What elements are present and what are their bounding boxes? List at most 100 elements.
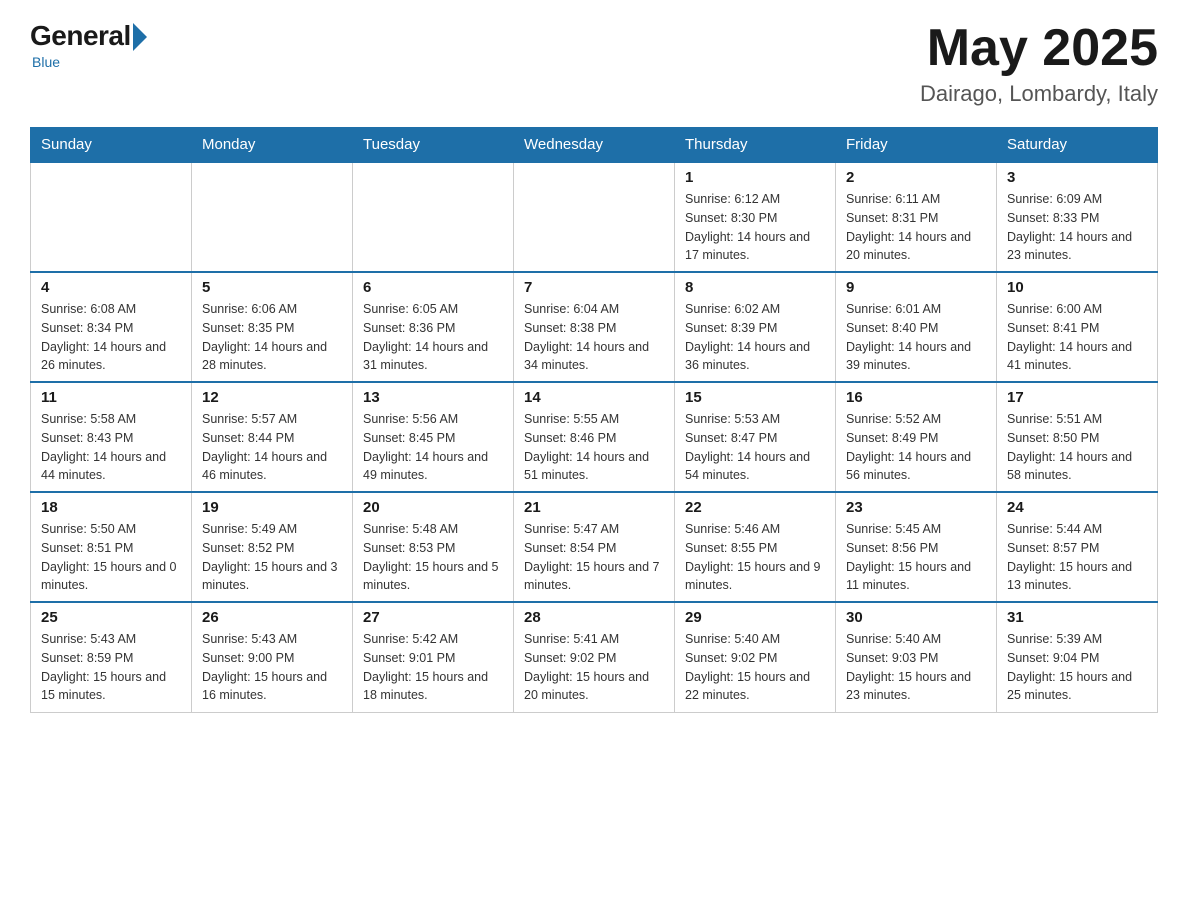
calendar-cell: 6 Sunrise: 6:05 AMSunset: 8:36 PMDaylight…	[353, 272, 514, 382]
logo-triangle-icon	[133, 23, 147, 51]
day-number: 6	[363, 279, 503, 296]
calendar-cell: 22Sunrise: 5:46 AMSunset: 8:55 PMDayligh…	[675, 492, 836, 602]
calendar-cell: 7 Sunrise: 6:04 AMSunset: 8:38 PMDaylight…	[514, 272, 675, 382]
calendar-cell: 1Sunrise: 6:12 AMSunset: 8:30 PMDaylight…	[675, 162, 836, 272]
day-info: Sunrise: 5:57 AMSunset: 8:44 PMDaylight:…	[202, 410, 342, 485]
calendar-cell: 9Sunrise: 6:01 AMSunset: 8:40 PMDaylight…	[836, 272, 997, 382]
calendar-cell: 27Sunrise: 5:42 AMSunset: 9:01 PMDayligh…	[353, 602, 514, 712]
calendar-cell: 14Sunrise: 5:55 AMSunset: 8:46 PMDayligh…	[514, 382, 675, 492]
calendar-cell: 10 Sunrise: 6:00 AMSunset: 8:41 PMDayligh…	[997, 272, 1158, 382]
day-info: Sunrise: 5:49 AMSunset: 8:52 PMDaylight:…	[202, 520, 342, 595]
calendar-cell: 4 Sunrise: 6:08 AMSunset: 8:34 PMDaylight…	[31, 272, 192, 382]
calendar-cell	[31, 162, 192, 272]
day-number: 8	[685, 279, 825, 296]
weekday-header-row: SundayMondayTuesdayWednesdayThursdayFrid…	[31, 128, 1158, 163]
calendar-cell	[353, 162, 514, 272]
day-number: 2	[846, 169, 986, 186]
calendar-cell: 28 Sunrise: 5:41 AMSunset: 9:02 PMDayligh…	[514, 602, 675, 712]
weekday-header-wednesday: Wednesday	[514, 128, 675, 163]
calendar-week-row: 1Sunrise: 6:12 AMSunset: 8:30 PMDaylight…	[31, 162, 1158, 272]
weekday-header-monday: Monday	[192, 128, 353, 163]
calendar-cell: 17 Sunrise: 5:51 AMSunset: 8:50 PMDayligh…	[997, 382, 1158, 492]
day-info: Sunrise: 5:44 AMSunset: 8:57 PMDaylight:…	[1007, 520, 1147, 595]
day-number: 30	[846, 609, 986, 626]
day-number: 29	[685, 609, 825, 626]
day-info: Sunrise: 5:48 AMSunset: 8:53 PMDaylight:…	[363, 520, 503, 595]
calendar-cell: 29 Sunrise: 5:40 AMSunset: 9:02 PMDayligh…	[675, 602, 836, 712]
day-number: 9	[846, 279, 986, 296]
day-info: Sunrise: 6:02 AMSunset: 8:39 PMDaylight:…	[685, 300, 825, 375]
day-number: 23	[846, 499, 986, 516]
day-info: Sunrise: 5:43 AMSunset: 8:59 PMDaylight:…	[41, 630, 181, 705]
weekday-header-saturday: Saturday	[997, 128, 1158, 163]
day-info: Sunrise: 6:06 AMSunset: 8:35 PMDaylight:…	[202, 300, 342, 375]
calendar-cell: 13 Sunrise: 5:56 AMSunset: 8:45 PMDayligh…	[353, 382, 514, 492]
day-info: Sunrise: 6:09 AMSunset: 8:33 PMDaylight:…	[1007, 190, 1147, 265]
calendar-cell: 19 Sunrise: 5:49 AMSunset: 8:52 PMDayligh…	[192, 492, 353, 602]
calendar-cell: 3 Sunrise: 6:09 AMSunset: 8:33 PMDaylight…	[997, 162, 1158, 272]
day-info: Sunrise: 5:56 AMSunset: 8:45 PMDaylight:…	[363, 410, 503, 485]
calendar-cell	[192, 162, 353, 272]
day-number: 26	[202, 609, 342, 626]
day-info: Sunrise: 5:43 AMSunset: 9:00 PMDaylight:…	[202, 630, 342, 705]
calendar-header: SundayMondayTuesdayWednesdayThursdayFrid…	[31, 128, 1158, 163]
calendar-cell: 8 Sunrise: 6:02 AMSunset: 8:39 PMDaylight…	[675, 272, 836, 382]
day-info: Sunrise: 5:51 AMSunset: 8:50 PMDaylight:…	[1007, 410, 1147, 485]
calendar-week-row: 18Sunrise: 5:50 AMSunset: 8:51 PMDayligh…	[31, 492, 1158, 602]
calendar-week-row: 11Sunrise: 5:58 AMSunset: 8:43 PMDayligh…	[31, 382, 1158, 492]
day-number: 31	[1007, 609, 1147, 626]
day-number: 1	[685, 169, 825, 186]
calendar-cell: 2 Sunrise: 6:11 AMSunset: 8:31 PMDaylight…	[836, 162, 997, 272]
day-number: 4	[41, 279, 181, 296]
day-number: 17	[1007, 389, 1147, 406]
day-number: 28	[524, 609, 664, 626]
calendar-cell: 25 Sunrise: 5:43 AMSunset: 8:59 PMDayligh…	[31, 602, 192, 712]
day-number: 21	[524, 499, 664, 516]
month-year-title: May 2025	[920, 20, 1158, 77]
day-info: Sunrise: 5:46 AMSunset: 8:55 PMDaylight:…	[685, 520, 825, 595]
day-number: 7	[524, 279, 664, 296]
day-number: 16	[846, 389, 986, 406]
day-number: 15	[685, 389, 825, 406]
day-info: Sunrise: 5:47 AMSunset: 8:54 PMDaylight:…	[524, 520, 664, 595]
day-number: 11	[41, 389, 181, 406]
day-info: Sunrise: 6:05 AMSunset: 8:36 PMDaylight:…	[363, 300, 503, 375]
day-number: 12	[202, 389, 342, 406]
day-info: Sunrise: 6:11 AMSunset: 8:31 PMDaylight:…	[846, 190, 986, 265]
day-info: Sunrise: 5:41 AMSunset: 9:02 PMDaylight:…	[524, 630, 664, 705]
day-info: Sunrise: 5:39 AMSunset: 9:04 PMDaylight:…	[1007, 630, 1147, 705]
day-info: Sunrise: 6:08 AMSunset: 8:34 PMDaylight:…	[41, 300, 181, 375]
weekday-header-tuesday: Tuesday	[353, 128, 514, 163]
location-subtitle: Dairago, Lombardy, Italy	[920, 81, 1158, 107]
day-info: Sunrise: 5:50 AMSunset: 8:51 PMDaylight:…	[41, 520, 181, 595]
calendar-cell: 11Sunrise: 5:58 AMSunset: 8:43 PMDayligh…	[31, 382, 192, 492]
day-info: Sunrise: 5:45 AMSunset: 8:56 PMDaylight:…	[846, 520, 986, 595]
day-info: Sunrise: 5:42 AMSunset: 9:01 PMDaylight:…	[363, 630, 503, 705]
day-number: 25	[41, 609, 181, 626]
weekday-header-friday: Friday	[836, 128, 997, 163]
day-number: 13	[363, 389, 503, 406]
weekday-header-sunday: Sunday	[31, 128, 192, 163]
logo-general-text: General	[30, 20, 131, 52]
calendar-table: SundayMondayTuesdayWednesdayThursdayFrid…	[30, 127, 1158, 713]
day-info: Sunrise: 6:04 AMSunset: 8:38 PMDaylight:…	[524, 300, 664, 375]
calendar-cell: 23 Sunrise: 5:45 AMSunset: 8:56 PMDayligh…	[836, 492, 997, 602]
title-block: May 2025 Dairago, Lombardy, Italy	[920, 20, 1158, 107]
day-info: Sunrise: 5:52 AMSunset: 8:49 PMDaylight:…	[846, 410, 986, 485]
calendar-body: 1Sunrise: 6:12 AMSunset: 8:30 PMDaylight…	[31, 162, 1158, 712]
calendar-cell: 26 Sunrise: 5:43 AMSunset: 9:00 PMDayligh…	[192, 602, 353, 712]
day-info: Sunrise: 5:53 AMSunset: 8:47 PMDaylight:…	[685, 410, 825, 485]
day-number: 14	[524, 389, 664, 406]
calendar-cell: 21 Sunrise: 5:47 AMSunset: 8:54 PMDayligh…	[514, 492, 675, 602]
day-number: 10	[1007, 279, 1147, 296]
day-info: Sunrise: 5:40 AMSunset: 9:03 PMDaylight:…	[846, 630, 986, 705]
day-number: 24	[1007, 499, 1147, 516]
day-number: 5	[202, 279, 342, 296]
day-number: 3	[1007, 169, 1147, 186]
day-number: 19	[202, 499, 342, 516]
calendar-cell	[514, 162, 675, 272]
calendar-cell: 20Sunrise: 5:48 AMSunset: 8:53 PMDayligh…	[353, 492, 514, 602]
calendar-cell: 5 Sunrise: 6:06 AMSunset: 8:35 PMDaylight…	[192, 272, 353, 382]
day-info: Sunrise: 6:00 AMSunset: 8:41 PMDaylight:…	[1007, 300, 1147, 375]
day-info: Sunrise: 5:40 AMSunset: 9:02 PMDaylight:…	[685, 630, 825, 705]
